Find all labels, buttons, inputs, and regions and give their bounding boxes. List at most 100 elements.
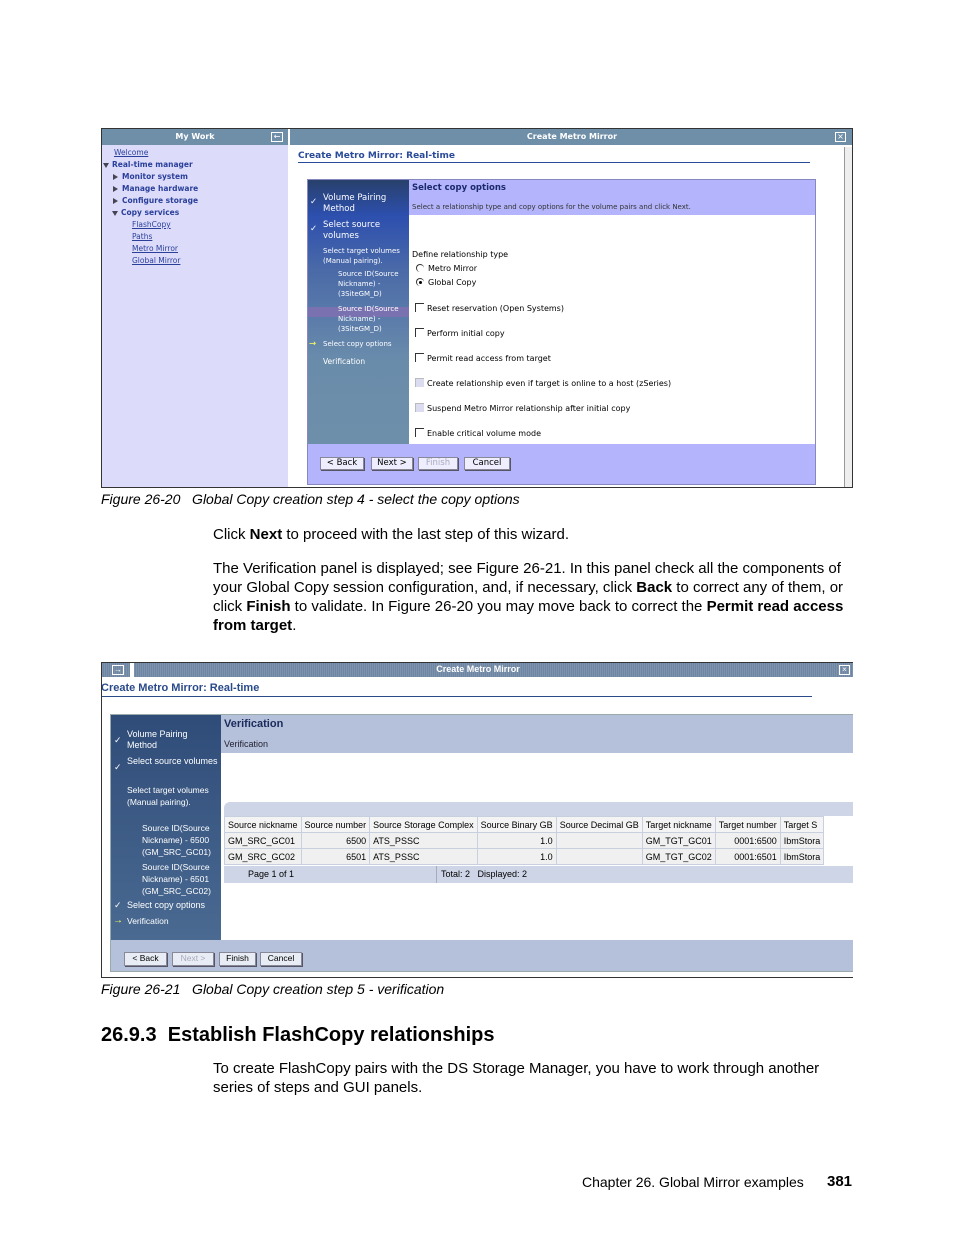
- cell: ATS_PSSC: [369, 832, 478, 849]
- nav-paths[interactable]: Paths: [132, 232, 152, 241]
- cancel-button[interactable]: Cancel: [464, 457, 510, 470]
- nav-manage-hardware[interactable]: Manage hardware: [113, 184, 198, 193]
- pane-divider[interactable]: [130, 663, 134, 677]
- col-source-binary-gb[interactable]: Source Binary GB: [476, 816, 557, 833]
- table-top-bar: [224, 802, 853, 816]
- radio-global-copy[interactable]: Global Copy: [416, 278, 476, 287]
- col-source-nickname[interactable]: Source nickname: [224, 816, 302, 833]
- label: Global Copy: [428, 278, 477, 287]
- checkbox-reset-reservation[interactable]: Reset reservation (Open Systems): [415, 303, 564, 313]
- collapse-pane-icon[interactable]: ←: [271, 132, 283, 142]
- figure-26-20-caption: Figure 26-20 Global Copy creation step 4…: [101, 491, 520, 507]
- checkbox-suspend-metro-mirror[interactable]: Suspend Metro Mirror relationship after …: [415, 403, 630, 413]
- cell: GM_SRC_GC01: [224, 832, 302, 849]
- window-title: Create Metro Mirror: [526, 132, 618, 141]
- navigation-tree: Welcome Real-time manager Monitor system…: [102, 145, 288, 487]
- cell: 1.0: [476, 832, 557, 849]
- cell: IbmStora: [779, 848, 825, 865]
- step-volume-pairing: Volume Pairing Method: [127, 729, 188, 750]
- section-body: To create FlashCopy pairs with the DS St…: [213, 1060, 820, 1096]
- section-title: Establish FlashCopy relationships: [167, 1024, 495, 1046]
- nav-monitor-system[interactable]: Monitor system: [113, 172, 188, 181]
- close-icon[interactable]: ×: [835, 132, 846, 142]
- step-select-source: Select source volumes: [127, 756, 218, 766]
- nav-metro-mirror[interactable]: Metro Mirror: [132, 244, 178, 253]
- radio-metro-mirror[interactable]: Metro Mirror: [416, 264, 477, 273]
- back-button[interactable]: < Back: [124, 952, 167, 966]
- nav-global-mirror[interactable]: Global Mirror: [132, 256, 180, 265]
- cell: 1.0: [476, 848, 557, 865]
- wizard-content-header: Verification Verification: [221, 715, 853, 753]
- section-number: 26.9.3: [101, 1024, 157, 1046]
- cell: 0001:6501: [714, 848, 781, 865]
- col-target-number[interactable]: Target number: [714, 816, 781, 833]
- finish-button[interactable]: Finish: [418, 457, 458, 470]
- next-button[interactable]: Next >: [371, 457, 413, 470]
- checkbox-permit-read-access[interactable]: Permit read access from target: [415, 353, 551, 363]
- checkbox-icon: [415, 303, 424, 312]
- t: .: [292, 617, 297, 634]
- figure-26-21-caption: Figure 26-21 Global Copy creation step 5…: [101, 981, 445, 997]
- label: Copy services: [121, 208, 180, 217]
- verification-table: Source nickname Source number Source Sto…: [224, 816, 825, 865]
- section-heading: 26.9.3 Establish FlashCopy relationships: [101, 1024, 494, 1047]
- cell: ATS_PSSC: [369, 848, 478, 865]
- title-underline: [102, 696, 812, 697]
- checkbox-icon: [415, 353, 424, 362]
- check-icon: ✓: [114, 735, 122, 745]
- pager: Page 1 of 1: [248, 869, 295, 879]
- totals: Total: 2 Displayed: 2: [436, 866, 527, 883]
- label: Configure storage: [122, 196, 199, 205]
- label: Create relationship even if target is on…: [427, 379, 672, 388]
- checkbox-icon: [415, 378, 424, 387]
- cell: 6500: [300, 832, 371, 849]
- scrollbar[interactable]: [844, 147, 852, 487]
- window-title-bar: Create Metro Mirror: [102, 663, 853, 677]
- cell: 6501: [300, 848, 371, 865]
- nav-configure-storage[interactable]: Configure storage: [113, 196, 198, 205]
- nav-real-time-manager[interactable]: Real-time manager: [103, 160, 193, 169]
- footer-chapter: Chapter 26. Global Mirror examples: [582, 1174, 804, 1190]
- expand-pane-icon[interactable]: →: [112, 665, 124, 675]
- cell: GM_TGT_GC01: [641, 832, 716, 849]
- next-button[interactable]: Next >: [172, 952, 214, 966]
- page-title: Create Metro Mirror: Real-time: [101, 682, 260, 694]
- label: Metro Mirror: [428, 264, 478, 273]
- close-icon[interactable]: ×: [839, 665, 850, 675]
- col-target-storage[interactable]: Target S: [779, 816, 825, 833]
- t: Back: [636, 579, 673, 596]
- cancel-button[interactable]: Cancel: [260, 952, 302, 966]
- t: to proceed with the last step of this wi…: [282, 526, 569, 543]
- cell: GM_TGT_GC02: [641, 848, 716, 865]
- col-target-nickname[interactable]: Target nickname: [641, 816, 716, 833]
- nav-flashcopy[interactable]: FlashCopy: [132, 220, 171, 229]
- step-source-id-6500: Source ID(Source Nickname) - 6500 (GM_SR…: [142, 823, 211, 857]
- figure-26-20-screenshot: My Work ← Welcome Real-time manager Moni…: [101, 128, 853, 488]
- page-number: 381: [827, 1173, 853, 1190]
- checkbox-create-relationship-online[interactable]: Create relationship even if target is on…: [415, 378, 671, 388]
- paragraph-verification: The Verification panel is displayed; see…: [213, 559, 853, 635]
- col-source-storage-complex[interactable]: Source Storage Complex: [369, 816, 478, 833]
- paragraph-click-next: Click Next to proceed with the last step…: [213, 525, 853, 544]
- table-row: GM_SRC_GC02 6501 ATS_PSSC 1.0 GM_TGT_GC0…: [224, 848, 825, 865]
- col-source-number[interactable]: Source number: [300, 816, 371, 833]
- checkbox-critical-volume-mode[interactable]: Enable critical volume mode: [415, 428, 541, 438]
- check-icon: ✓: [114, 900, 122, 910]
- label: Real-time manager: [112, 160, 193, 169]
- back-button[interactable]: < Back: [320, 457, 364, 470]
- cell: IbmStora: [779, 832, 825, 849]
- nav-welcome[interactable]: Welcome: [114, 148, 148, 157]
- current-arrow-icon: →: [113, 915, 123, 926]
- window-title-bar: Create Metro Mirror: [290, 129, 852, 145]
- collapsed-icon: [113, 174, 118, 180]
- collapsed-icon: [113, 186, 118, 192]
- table-row: GM_SRC_GC01 6500 ATS_PSSC 1.0 GM_TGT_GC0…: [224, 832, 825, 849]
- nav-copy-services[interactable]: Copy services: [112, 208, 179, 217]
- title-underline: [298, 162, 810, 163]
- t: Click: [213, 526, 250, 543]
- col-source-decimal-gb[interactable]: Source Decimal GB: [555, 816, 643, 833]
- page-title: Create Metro Mirror: Real-time: [298, 151, 455, 161]
- check-icon: ✓: [114, 762, 122, 772]
- finish-button[interactable]: Finish: [219, 952, 256, 966]
- checkbox-perform-initial-copy[interactable]: Perform initial copy: [415, 328, 505, 338]
